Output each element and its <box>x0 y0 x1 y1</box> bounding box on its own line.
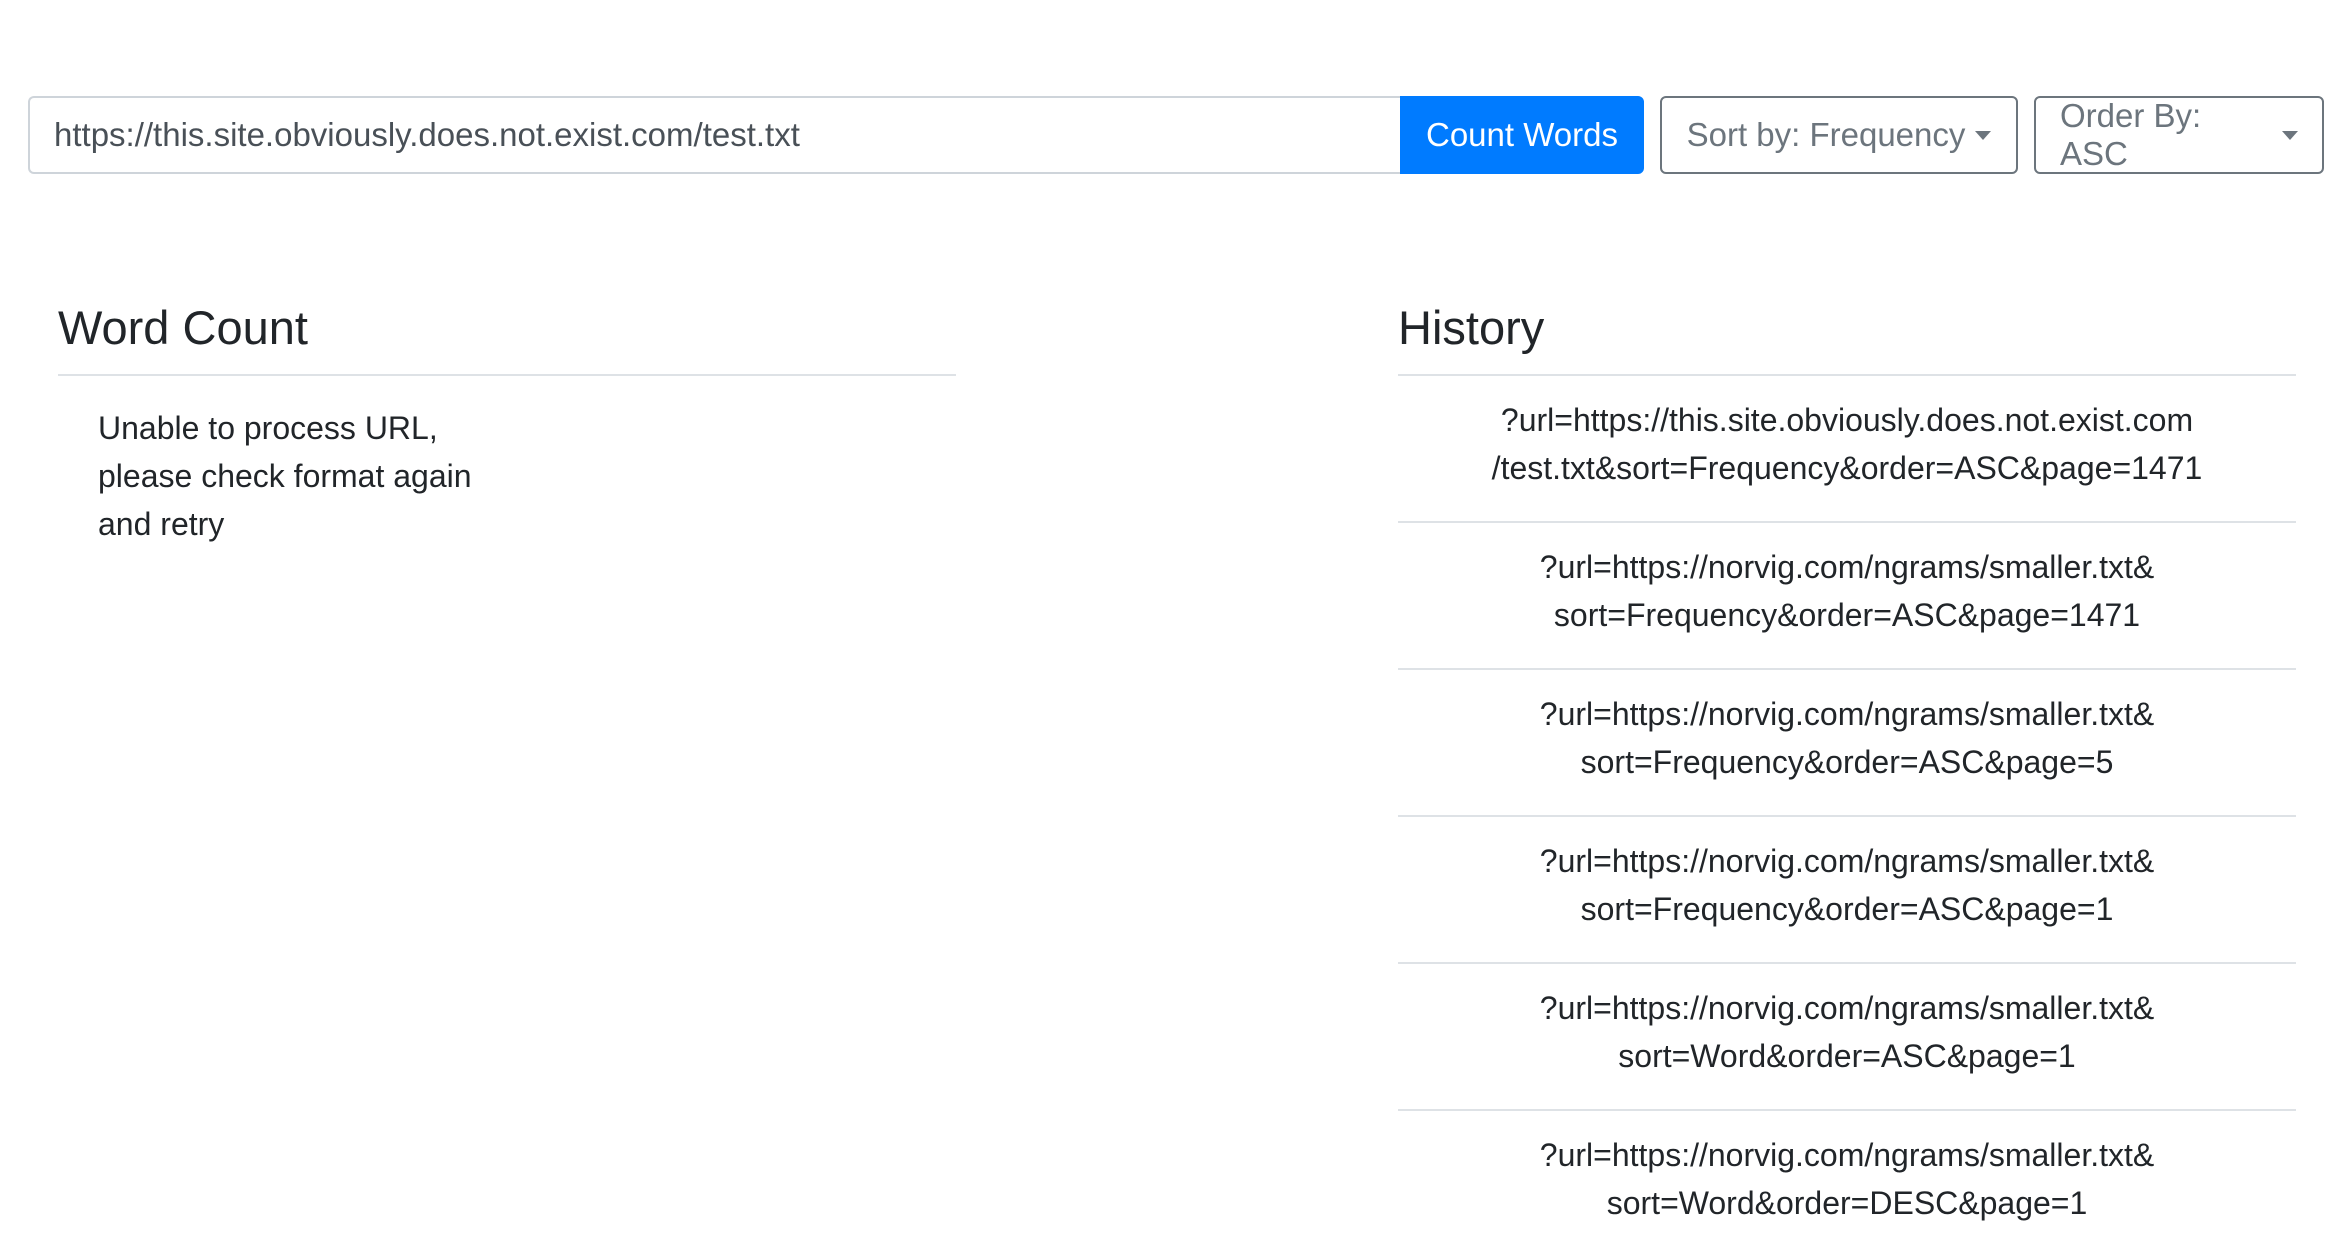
history-link-line2: sort=Frequency&order=ASC&page=1 <box>1580 891 2114 928</box>
history-item: ?url=https://norvig.com/ngrams/smaller.t… <box>1398 817 2296 965</box>
order-dropdown-label: Order By: ASC <box>2060 97 2202 172</box>
history-link[interactable]: ?url=https://norvig.com/ngrams/smaller.t… <box>1467 984 2227 1080</box>
history-link-line2: sort=Frequency&order=ASC&page=1471 <box>1553 597 2141 634</box>
history-link-line2: sort=Word&order=ASC&page=1 <box>1618 1038 2076 1075</box>
history-link-line2: sort=Frequency&order=ASC&page=5 <box>1580 744 2114 781</box>
history-item: ?url=https://norvig.com/ngrams/smaller.t… <box>1398 670 2296 818</box>
history-item: ?url=https://this.site.obviously.does.no… <box>1398 376 2296 524</box>
error-message: Unable to process URL, please check form… <box>98 410 472 543</box>
history-list: ?url=https://this.site.obviously.does.no… <box>1398 376 2296 1249</box>
sort-dropdown[interactable]: Sort by: Frequency <box>1660 96 2018 174</box>
history-title: History <box>1398 300 2296 377</box>
history-link-line1: ?url=https://this.site.obviously.does.no… <box>1500 402 2194 439</box>
history-link-line2: sort=Word&order=DESC&page=1 <box>1606 1185 2088 1222</box>
history-link[interactable]: ?url=https://norvig.com/ngrams/smaller.t… <box>1467 837 2227 933</box>
history-link-line1: ?url=https://norvig.com/ngrams/smaller.t… <box>1539 990 2155 1027</box>
history-link[interactable]: ?url=https://norvig.com/ngrams/smaller.t… <box>1467 690 2227 786</box>
history-link-line1: ?url=https://norvig.com/ngrams/smaller.t… <box>1539 549 2155 586</box>
url-input[interactable] <box>28 96 1400 174</box>
sort-dropdown-label: Sort by: Frequency <box>1686 116 1966 153</box>
history-link[interactable]: ?url=https://norvig.com/ngrams/smaller.t… <box>1467 1131 2227 1227</box>
count-words-button[interactable]: Count Words <box>1400 96 1644 174</box>
history-link-line2: /test.txt&sort=Frequency&order=ASC&page=… <box>1491 450 2203 487</box>
history-section: History ?url=https://this.site.obviously… <box>1398 300 2296 1249</box>
word-count-title: Word Count <box>58 300 956 377</box>
history-link[interactable]: ?url=https://this.site.obviously.does.no… <box>1467 396 2227 492</box>
history-item: ?url=https://norvig.com/ngrams/smaller.t… <box>1398 964 2296 1112</box>
history-link-line1: ?url=https://norvig.com/ngrams/smaller.t… <box>1539 1137 2155 1174</box>
history-link-line1: ?url=https://norvig.com/ngrams/smaller.t… <box>1539 696 2155 733</box>
toolbar: Count Words Sort by: Frequency Order By:… <box>28 96 2326 174</box>
history-link[interactable]: ?url=https://norvig.com/ngrams/smaller.t… <box>1467 543 2227 639</box>
history-item: ?url=https://norvig.com/ngrams/smaller.t… <box>1398 1111 2296 1249</box>
history-item: ?url=https://norvig.com/ngrams/smaller.t… <box>1398 523 2296 671</box>
word-count-section: Word Count Unable to process URL, please… <box>58 300 956 548</box>
order-dropdown[interactable]: Order By: ASC <box>2034 96 2324 174</box>
caret-down-icon <box>2282 130 2298 140</box>
caret-down-icon <box>1975 130 1992 140</box>
history-link-line1: ?url=https://norvig.com/ngrams/smaller.t… <box>1539 843 2155 880</box>
page: Count Words Sort by: Frequency Order By:… <box>0 0 2334 1249</box>
